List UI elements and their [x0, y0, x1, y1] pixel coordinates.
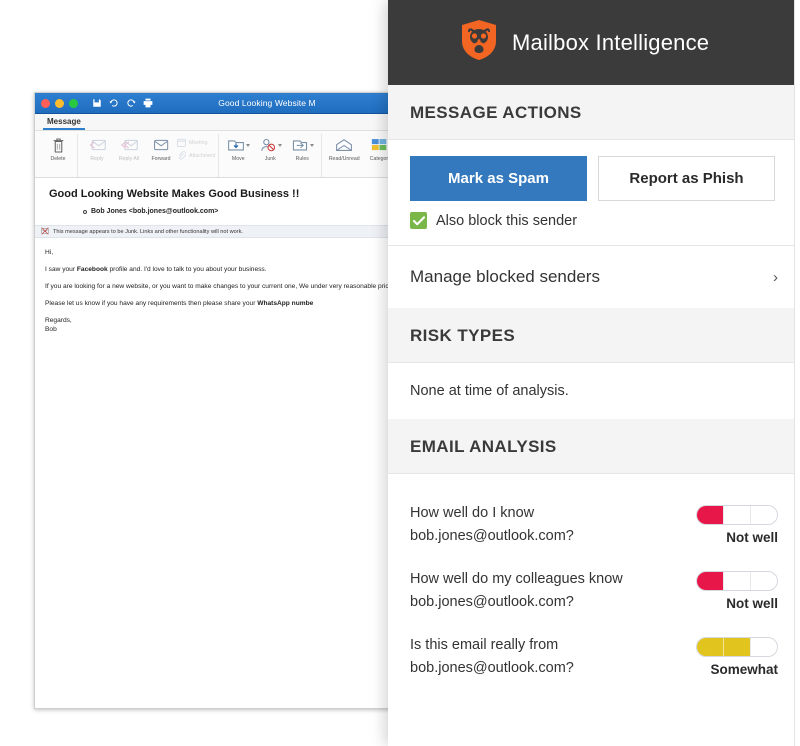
chevron-down-icon[interactable] [309, 143, 314, 147]
ribbon-label: Read/Unread [328, 156, 360, 162]
redo-icon[interactable] [126, 98, 136, 108]
envelope-open-icon [335, 135, 353, 155]
gauge-segment [723, 638, 750, 656]
ribbon-button-reply[interactable]: Reply [81, 134, 113, 162]
panel-title: Mailbox Intelligence [512, 29, 710, 55]
risk-types-text: None at time of analysis. [410, 383, 569, 399]
action-button-row: Mark as Spam Report as Phish [410, 156, 778, 201]
ribbon-button-move[interactable]: Move [222, 134, 254, 162]
mark-as-spam-button[interactable]: Mark as Spam [410, 156, 587, 201]
tab-message[interactable]: Message [43, 117, 85, 130]
ribbon-label: Reply [90, 156, 104, 162]
analysis-item: How well do I know bob.jones@outlook.com… [410, 502, 778, 548]
quick-access-toolbar[interactable] [92, 98, 153, 108]
ribbon-label: Delete [50, 156, 66, 162]
move-icon [227, 135, 250, 155]
analysis-question: How well do my colleagues know bob.jones… [410, 571, 623, 610]
chevron-down-icon[interactable] [245, 143, 250, 147]
analysis-question: Is this email really from bob.jones@outl… [410, 637, 574, 676]
ribbon-button-attachment[interactable]: Attachment [177, 149, 215, 162]
junk-warning-icon [41, 226, 49, 237]
save-icon[interactable] [92, 98, 102, 108]
reply-all-icon [120, 135, 138, 155]
minimize-button[interactable] [55, 98, 64, 108]
ribbon-group-move: Move Junk Rules [218, 134, 321, 177]
ribbon-button-delete[interactable]: Delete [42, 134, 74, 162]
gauge-segment [697, 572, 723, 590]
analysis-gauge-wrap: Somewhat [696, 634, 778, 677]
gauge-segment [723, 572, 750, 590]
rules-icon [291, 135, 314, 155]
gauge-segment [723, 506, 750, 524]
close-button[interactable] [41, 98, 50, 108]
report-as-phish-button[interactable]: Report as Phish [598, 156, 775, 201]
analysis-rating-label: Not well [726, 596, 778, 611]
ribbon-button-read-unread[interactable]: Read/Unread [325, 134, 363, 162]
mailbox-intelligence-panel: Mailbox Intelligence MESSAGE ACTIONS Mar… [388, 0, 800, 746]
presence-dot-icon [83, 209, 87, 214]
gauge-segment [697, 506, 723, 524]
message-actions-body: Mark as Spam Report as Phish Also block … [388, 140, 800, 245]
message-actions-heading: MESSAGE ACTIONS [388, 85, 800, 140]
analysis-item: Is this email really from bob.jones@outl… [410, 634, 778, 680]
email-analysis-body: How well do I know bob.jones@outlook.com… [388, 474, 800, 700]
chevron-right-icon: › [773, 268, 778, 286]
risk-types-heading: RISK TYPES [388, 308, 800, 363]
chevron-down-icon[interactable] [277, 143, 282, 147]
ribbon-button-forward[interactable]: Forward [145, 134, 177, 162]
block-sender-checkbox-row[interactable]: Also block this sender [410, 212, 778, 229]
ribbon-group-delete: Delete [39, 134, 77, 177]
ribbon-group-respond: Reply Reply All Forward Meeting Attachme… [77, 134, 218, 177]
ribbon-label: Attachment [189, 152, 216, 159]
gauge-segment [697, 638, 723, 656]
block-sender-label: Also block this sender [436, 212, 578, 229]
email-analysis-heading: EMAIL ANALYSIS [388, 419, 800, 474]
ribbon-label: Reply All [118, 156, 140, 162]
undo-icon[interactable] [109, 98, 119, 108]
print-icon[interactable] [143, 98, 153, 108]
sender-text: Bob Jones <bob.jones@outlook.com> [91, 208, 219, 215]
ribbon-button-rules[interactable]: Rules [286, 134, 318, 162]
panel-scrollbar[interactable] [794, 0, 800, 746]
panel-header: Mailbox Intelligence [388, 0, 800, 85]
ribbon-subgroup-meeting-attachment: Meeting Attachment [177, 134, 215, 162]
ribbon-label: Forward [151, 156, 171, 162]
analysis-rating-label: Somewhat [710, 662, 778, 677]
gauge-segment [750, 572, 777, 590]
gauge-segment [750, 506, 777, 524]
analysis-gauge [696, 505, 778, 525]
ribbon-label: Rules [295, 156, 309, 162]
attachment-icon [177, 147, 187, 165]
analysis-question: How well do I know bob.jones@outlook.com… [410, 505, 574, 544]
ribbon-button-reply-all[interactable]: Reply All [113, 134, 145, 162]
window-traffic-lights[interactable] [41, 98, 78, 108]
ribbon-button-junk[interactable]: Junk [254, 134, 286, 162]
analysis-gauge [696, 571, 778, 591]
ribbon-label: Move [231, 156, 245, 162]
analysis-gauge [696, 637, 778, 657]
analysis-gauge-wrap: Not well [696, 568, 778, 611]
shield-owl-icon [460, 19, 498, 66]
junk-notice-text: This message appears to be Junk. Links a… [53, 228, 243, 235]
ribbon-label: Meeting [189, 139, 208, 146]
forward-icon [153, 135, 170, 155]
reply-icon [89, 135, 106, 155]
block-sender-checkbox[interactable] [410, 212, 427, 229]
manage-blocked-senders-label: Manage blocked senders [410, 267, 600, 286]
gauge-segment [750, 638, 777, 656]
junk-icon [259, 135, 282, 155]
risk-types-body: None at time of analysis. [388, 363, 800, 419]
zoom-button[interactable] [69, 98, 78, 108]
manage-blocked-senders-row[interactable]: Manage blocked senders › [388, 245, 800, 308]
analysis-item: How well do my colleagues know bob.jones… [410, 568, 778, 614]
analysis-rating-label: Not well [726, 530, 778, 545]
ribbon-label: Junk [264, 156, 276, 162]
analysis-gauge-wrap: Not well [696, 502, 778, 545]
trash-icon [52, 135, 65, 155]
